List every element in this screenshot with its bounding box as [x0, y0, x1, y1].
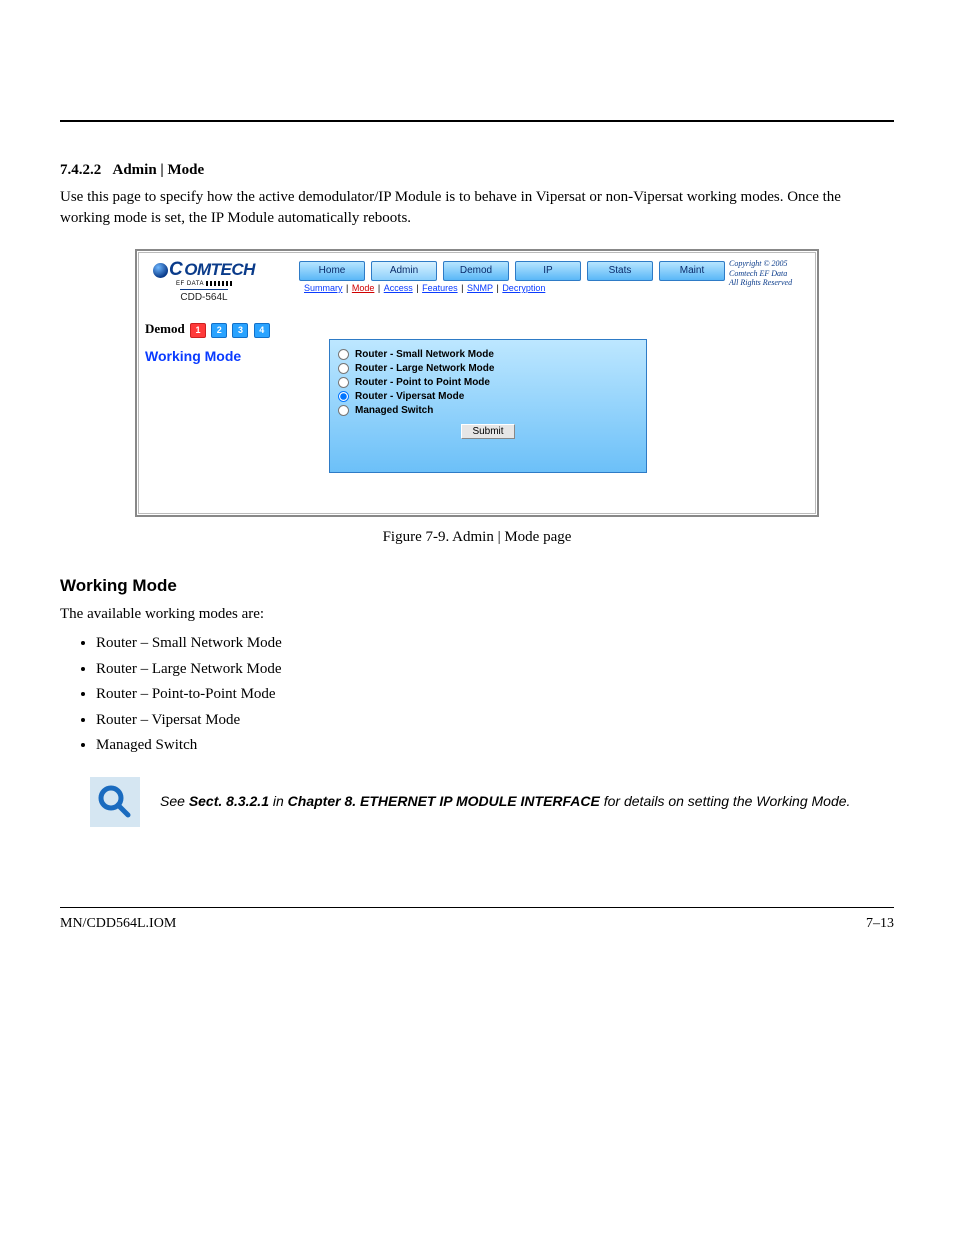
radio-input[interactable] — [338, 377, 349, 388]
modes-intro: The available working modes are: — [60, 604, 894, 625]
subnav-mode[interactable]: Mode — [352, 283, 375, 293]
demod-tab-1[interactable]: 1 — [190, 323, 206, 338]
subnav-snmp[interactable]: SNMP — [467, 283, 493, 293]
demod-tab-4[interactable]: 4 — [254, 323, 270, 338]
list-item: Managed Switch — [96, 733, 894, 759]
demod-tab-3[interactable]: 3 — [232, 323, 248, 338]
radio-point-to-point[interactable]: Router - Point to Point Mode — [338, 377, 638, 388]
submit-button[interactable]: Submit — [461, 424, 514, 439]
nav-tab-demod[interactable]: Demod — [443, 261, 509, 281]
nav-tab-home[interactable]: Home — [299, 261, 365, 281]
subnav-access[interactable]: Access — [384, 283, 413, 293]
nav-tab-ip[interactable]: IP — [515, 261, 581, 281]
logo: COMTECH EF DATA CDD-564L — [145, 259, 263, 305]
note-text: See Sect. 8.3.2.1 in Chapter 8. ETHERNET… — [160, 792, 850, 812]
list-item: Router – Large Network Mode — [96, 657, 894, 683]
subnav-features[interactable]: Features — [422, 283, 458, 293]
subnav: Summary | Mode | Access | Features | SNM… — [303, 283, 546, 293]
section-heading: 7.4.2.2 Admin | Mode — [60, 162, 894, 179]
radio-vipersat[interactable]: Router - Vipersat Mode — [338, 391, 638, 402]
demod-tab-2[interactable]: 2 — [211, 323, 227, 338]
magnifier-icon — [90, 777, 140, 827]
radio-input[interactable] — [338, 391, 349, 402]
nav-tab-admin[interactable]: Admin — [371, 261, 437, 281]
globe-icon — [153, 263, 168, 278]
radio-input[interactable] — [338, 363, 349, 374]
working-mode-heading: Working Mode — [60, 576, 894, 596]
list-item: Router – Vipersat Mode — [96, 708, 894, 734]
nav-tab-stats[interactable]: Stats — [587, 261, 653, 281]
section-number: 7.4.2.2 — [60, 162, 101, 178]
modes-list: Router – Small Network Mode Router – Lar… — [80, 631, 894, 759]
footer-rule — [60, 907, 894, 908]
screenshot-inner: COMTECH EF DATA CDD-564L Demod 1 2 3 4 W… — [138, 252, 816, 514]
section-title: Admin | Mode — [113, 162, 205, 178]
list-item: Router – Small Network Mode — [96, 631, 894, 657]
copyright-text: Copyright © 2005 Comtech EF Data All Rig… — [729, 259, 809, 288]
working-mode-panel: Router - Small Network Mode Router - Lar… — [329, 339, 647, 473]
logo-model: CDD-564L — [180, 289, 227, 303]
radio-input[interactable] — [338, 349, 349, 360]
radio-input[interactable] — [338, 405, 349, 416]
nav-tab-maint[interactable]: Maint — [659, 261, 725, 281]
working-mode-title: Working Mode — [145, 348, 295, 364]
demod-selector: Demod 1 2 3 4 — [145, 321, 295, 338]
list-item: Router – Point-to-Point Mode — [96, 682, 894, 708]
footer-left: MN/CDD564L.IOM — [60, 916, 176, 932]
top-nav: Home Admin Demod IP Stats Maint — [299, 261, 725, 281]
radio-managed-switch[interactable]: Managed Switch — [338, 405, 638, 416]
footer: MN/CDD564L.IOM 7–13 — [60, 916, 894, 932]
intro-paragraph: Use this page to specify how the active … — [60, 187, 894, 229]
subnav-decryption[interactable]: Decryption — [502, 283, 545, 293]
radio-small-network[interactable]: Router - Small Network Mode — [338, 349, 638, 360]
screenshot-frame: COMTECH EF DATA CDD-564L Demod 1 2 3 4 W… — [135, 249, 819, 517]
header-rule — [60, 120, 894, 122]
footer-right: 7–13 — [866, 916, 894, 932]
subnav-summary[interactable]: Summary — [304, 283, 343, 293]
note-row: See Sect. 8.3.2.1 in Chapter 8. ETHERNET… — [90, 777, 894, 827]
radio-large-network[interactable]: Router - Large Network Mode — [338, 363, 638, 374]
figure-caption: Figure 7-9. Admin | Mode page — [60, 529, 894, 546]
logo-text: COMTECH — [153, 259, 255, 281]
left-column: COMTECH EF DATA CDD-564L Demod 1 2 3 4 W… — [145, 259, 295, 364]
logo-bars-icon — [206, 281, 232, 286]
